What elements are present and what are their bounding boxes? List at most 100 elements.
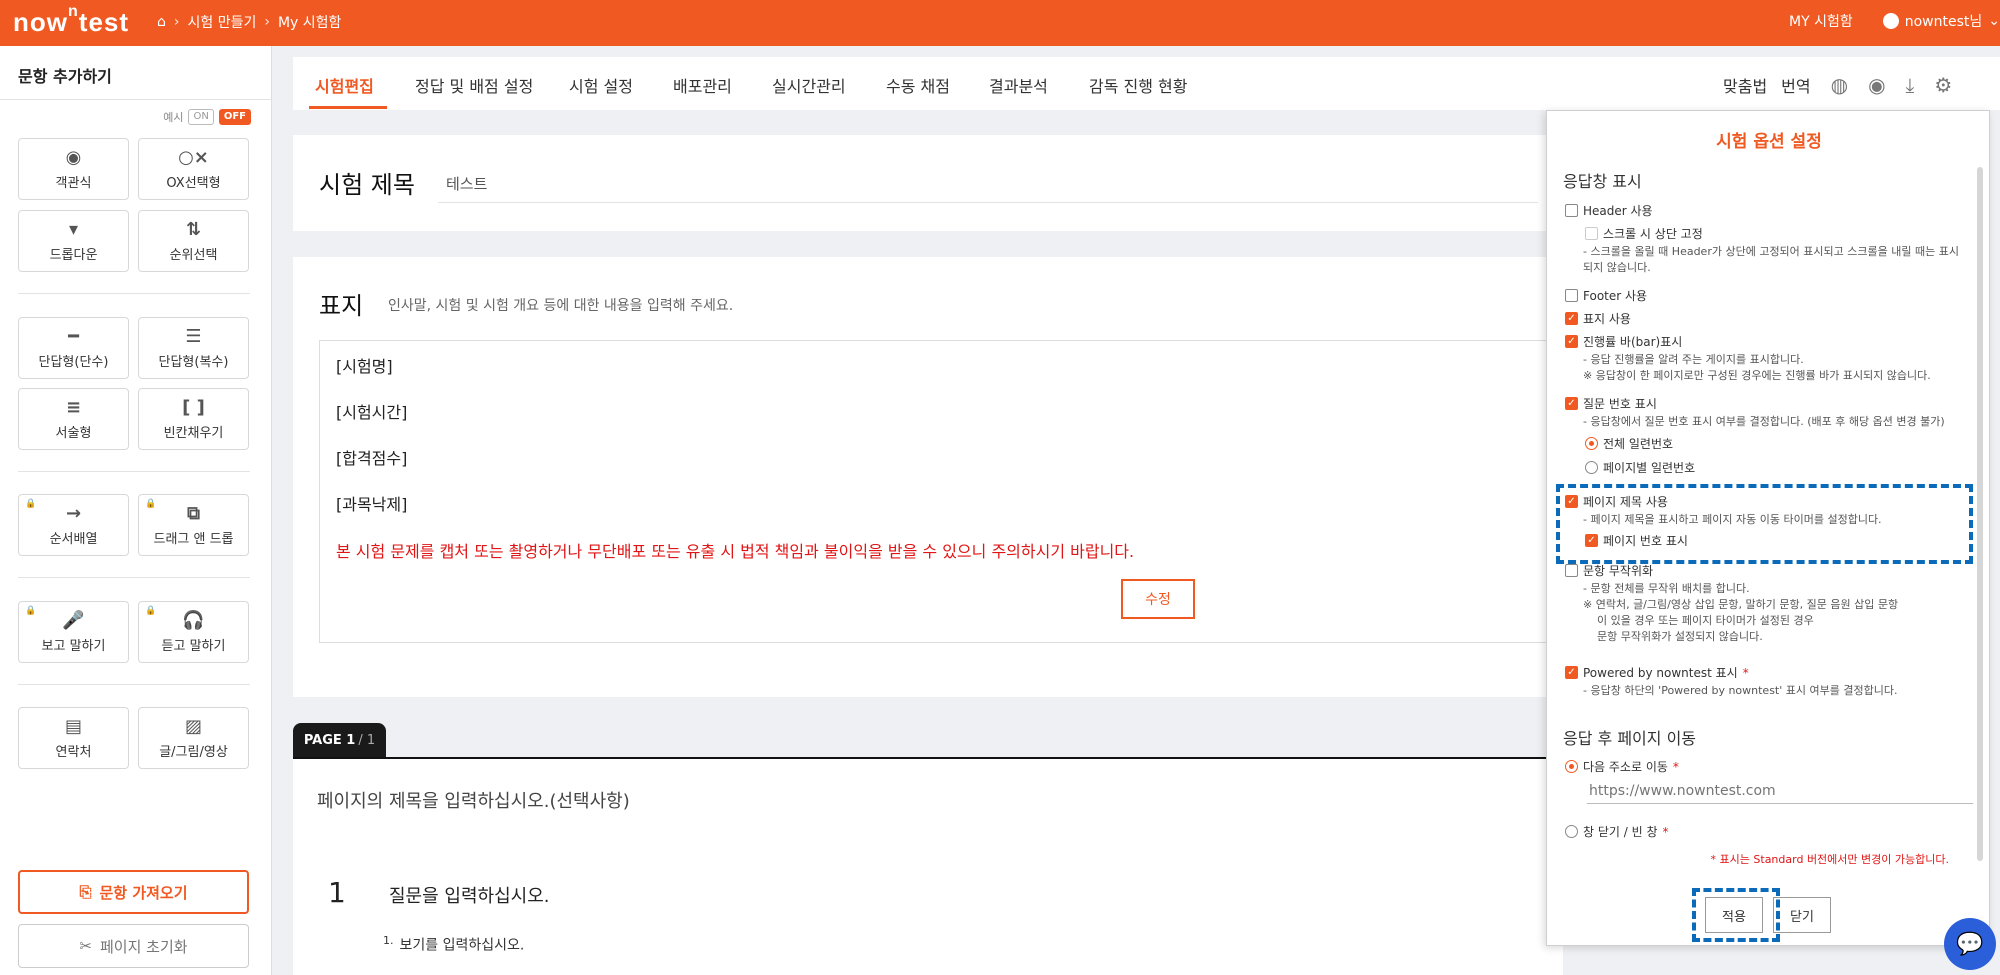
tab-exam-edit[interactable]: 시험편집 — [315, 73, 374, 97]
sidebar-title: 문항 추가하기 — [18, 67, 112, 86]
checkbox-icon[interactable]: ✓ — [1565, 312, 1578, 325]
add-short-multi-button[interactable]: ☰ 단답형(복수) — [138, 317, 249, 379]
option-shuffle[interactable]: 문항 무작위화 — [1565, 562, 1653, 579]
page-tab-label: PAGE 1 — [303, 733, 356, 748]
add-multiple-choice-button[interactable]: ◉ 객관식 — [18, 138, 129, 200]
add-ranking-button[interactable]: ⇅ 순위선택 — [138, 210, 249, 272]
add-contact-button[interactable]: ▤ 연락처 — [18, 707, 129, 769]
gear-icon[interactable]: ⚙ — [1934, 73, 1952, 97]
radio-icon[interactable] — [1565, 825, 1578, 838]
add-essay-button[interactable]: ≡ 서술형 — [18, 388, 129, 450]
headset-icon: 🎧 — [182, 609, 205, 631]
option-header-fix[interactable]: 스크롤 시 상단 고정 — [1585, 225, 1703, 242]
palette-icon[interactable]: ◍ — [1831, 73, 1848, 97]
add-fill-blank-button[interactable]: [ ] 빈칸채우기 — [138, 388, 249, 450]
option-label: Footer 사용 — [1583, 289, 1648, 303]
user-avatar-icon — [1882, 13, 1899, 29]
option-progress-bar[interactable]: ✓ 진행률 바(bar)표시 — [1565, 333, 1682, 350]
cover-line: [시험명] — [336, 357, 393, 376]
cover-line: [시험시간] — [336, 403, 408, 422]
edit-cover-button[interactable]: 수정 — [1121, 579, 1195, 619]
add-drag-drop-button[interactable]: 🔒 ⧉ 드래그 앤 드롭 — [138, 494, 249, 556]
option-header[interactable]: Header 사용 — [1565, 202, 1653, 219]
qtype-label: OX선택형 — [166, 175, 221, 191]
radio-icon[interactable] — [1585, 437, 1598, 450]
my-exams-link[interactable]: MY 시험함 — [1789, 11, 1853, 31]
checkbox-icon[interactable] — [1565, 204, 1578, 217]
add-media-button[interactable]: ▨ 글/그림/영상 — [138, 707, 249, 769]
exam-title-input[interactable]: 테스트 — [446, 173, 487, 194]
next-address-input[interactable] — [1587, 778, 1973, 804]
option-desc: - 응답창 하단의 'Powered by nowntest' 표시 여부를 결… — [1583, 684, 1898, 697]
radio-goto-address[interactable]: 다음 주소로 이동 * — [1565, 758, 1679, 775]
import-questions-button[interactable]: ⎘ 문항 가져오기 — [18, 870, 249, 914]
tab-answers-scoring[interactable]: 정답 및 배점 설정 — [415, 73, 533, 97]
page-tab[interactable]: PAGE 1/ 1 — [293, 723, 386, 758]
tab-proctoring[interactable]: 감독 진행 현황 — [1089, 73, 1188, 97]
add-ox-button[interactable]: ○× OX선택형 — [138, 138, 249, 200]
user-menu[interactable]: nowntest님 ⌄ — [1882, 11, 2000, 31]
option-powered-by[interactable]: ✓ Powered by nowntest 표시 * — [1565, 664, 1749, 681]
active-tab-indicator — [309, 106, 387, 109]
logo[interactable]: nowntest — [13, 3, 129, 38]
radio-close-window[interactable]: 창 닫기 / 빈 창 * — [1565, 823, 1669, 840]
add-see-speak-button[interactable]: 🔒 🎤 보고 말하기 — [18, 601, 129, 663]
close-button[interactable]: 닫기 — [1773, 897, 1831, 933]
exam-title-card: 시험 제목 테스트 — [293, 135, 1563, 231]
add-short-single-button[interactable]: ━ 단답형(단수) — [18, 317, 129, 379]
lock-icon: 🔒 — [25, 606, 37, 616]
add-dropdown-button[interactable]: ▾ 드롭다운 — [18, 210, 129, 272]
add-listen-speak-button[interactable]: 🔒 🎧 듣고 말하기 — [138, 601, 249, 663]
chevron-right-icon: › — [173, 14, 180, 30]
radio-qnum-all[interactable]: 전체 일련번호 — [1585, 435, 1673, 452]
checkbox-icon[interactable]: ✓ — [1565, 397, 1578, 410]
top-right-menu: MY 시험함 nowntest님 ⌄ — [1789, 11, 2000, 31]
checkbox-icon[interactable] — [1565, 289, 1578, 302]
option-desc: ※ 연락처, 글/그림/영상 삽입 문항, 말하기 문항, 질문 음원 삽입 문… — [1583, 598, 1899, 611]
tab-distribution[interactable]: 배포관리 — [673, 73, 732, 97]
checkbox-icon[interactable]: ✓ — [1565, 335, 1578, 348]
standard-note: * 표시는 Standard 버전에서만 변경이 가능합니다. — [1710, 853, 1949, 866]
translate-button[interactable]: 번역 — [1781, 73, 1810, 97]
panel-scrollbar[interactable] — [1977, 167, 1983, 861]
download-icon[interactable]: ⤓ — [1906, 73, 1915, 97]
tab-results[interactable]: 결과분석 — [989, 73, 1048, 97]
panel-title: 시험 옵션 설정 — [1716, 132, 1822, 152]
reset-page-button[interactable]: ✂ 페이지 초기화 — [18, 924, 249, 968]
toggle-on[interactable]: ON — [188, 109, 214, 125]
option-label: 진행률 바(bar)표시 — [1583, 335, 1683, 349]
option-cover[interactable]: ✓ 표지 사용 — [1565, 310, 1631, 327]
option-question-number[interactable]: ✓ 질문 번호 표시 — [1565, 395, 1657, 412]
breadcrumb-item-create[interactable]: 시험 만들기 — [188, 12, 257, 32]
preview-eye-icon[interactable]: ◉ — [1868, 73, 1885, 97]
toggle-off[interactable]: OFF — [218, 109, 251, 125]
short-answer-multi-icon: ☰ — [185, 325, 202, 347]
qtype-label: 순위선택 — [169, 247, 218, 263]
radio-qnum-page[interactable]: 페이지별 일련번호 — [1585, 459, 1695, 476]
user-name: nowntest님 — [1904, 14, 1983, 30]
spellcheck-button[interactable]: 맞춤법 — [1723, 73, 1767, 97]
cover-content-box[interactable]: [시험명] [시험시간] [합격점수] [과목낙제] 본 시험 문제를 캡처 또… — [319, 340, 1563, 643]
checkbox-icon[interactable]: ✓ — [1565, 666, 1578, 679]
option-desc: - 응답 진행률을 알려 주는 게이지를 표시합니다. — [1583, 353, 1804, 366]
tab-manual-grading[interactable]: 수동 채점 — [886, 73, 950, 97]
qtype-label: 빈칸채우기 — [163, 425, 224, 441]
checkbox-icon[interactable] — [1565, 564, 1578, 577]
example-toggle[interactable]: 예시 ON OFF — [163, 109, 251, 125]
radio-icon[interactable] — [1565, 760, 1578, 773]
radio-icon[interactable] — [1585, 461, 1598, 474]
add-ordering-button[interactable]: 🔒 → 순서배열 — [18, 494, 129, 556]
cover-line: [합격점수] — [336, 449, 408, 468]
checkbox-icon[interactable] — [1585, 227, 1598, 240]
tab-exam-settings[interactable]: 시험 설정 — [569, 73, 633, 97]
question-text-input[interactable]: 질문을 입력하십시오. — [389, 882, 549, 908]
highlight-page-title-option — [1556, 484, 1973, 564]
page-title-input[interactable]: 페이지의 제목을 입력하십시오.(선택사항) — [317, 787, 630, 813]
qtype-label: 순서배열 — [49, 531, 98, 547]
tab-realtime[interactable]: 실시간관리 — [772, 73, 846, 97]
home-icon[interactable]: ⌂ — [157, 14, 166, 30]
breadcrumb-item-my-exams[interactable]: My 시험함 — [278, 12, 341, 32]
option-footer[interactable]: Footer 사용 — [1565, 287, 1647, 304]
chat-icon[interactable]: 💬 — [1944, 918, 1996, 970]
option-item[interactable]: 1. 보기를 입력하십시오. — [383, 934, 524, 955]
